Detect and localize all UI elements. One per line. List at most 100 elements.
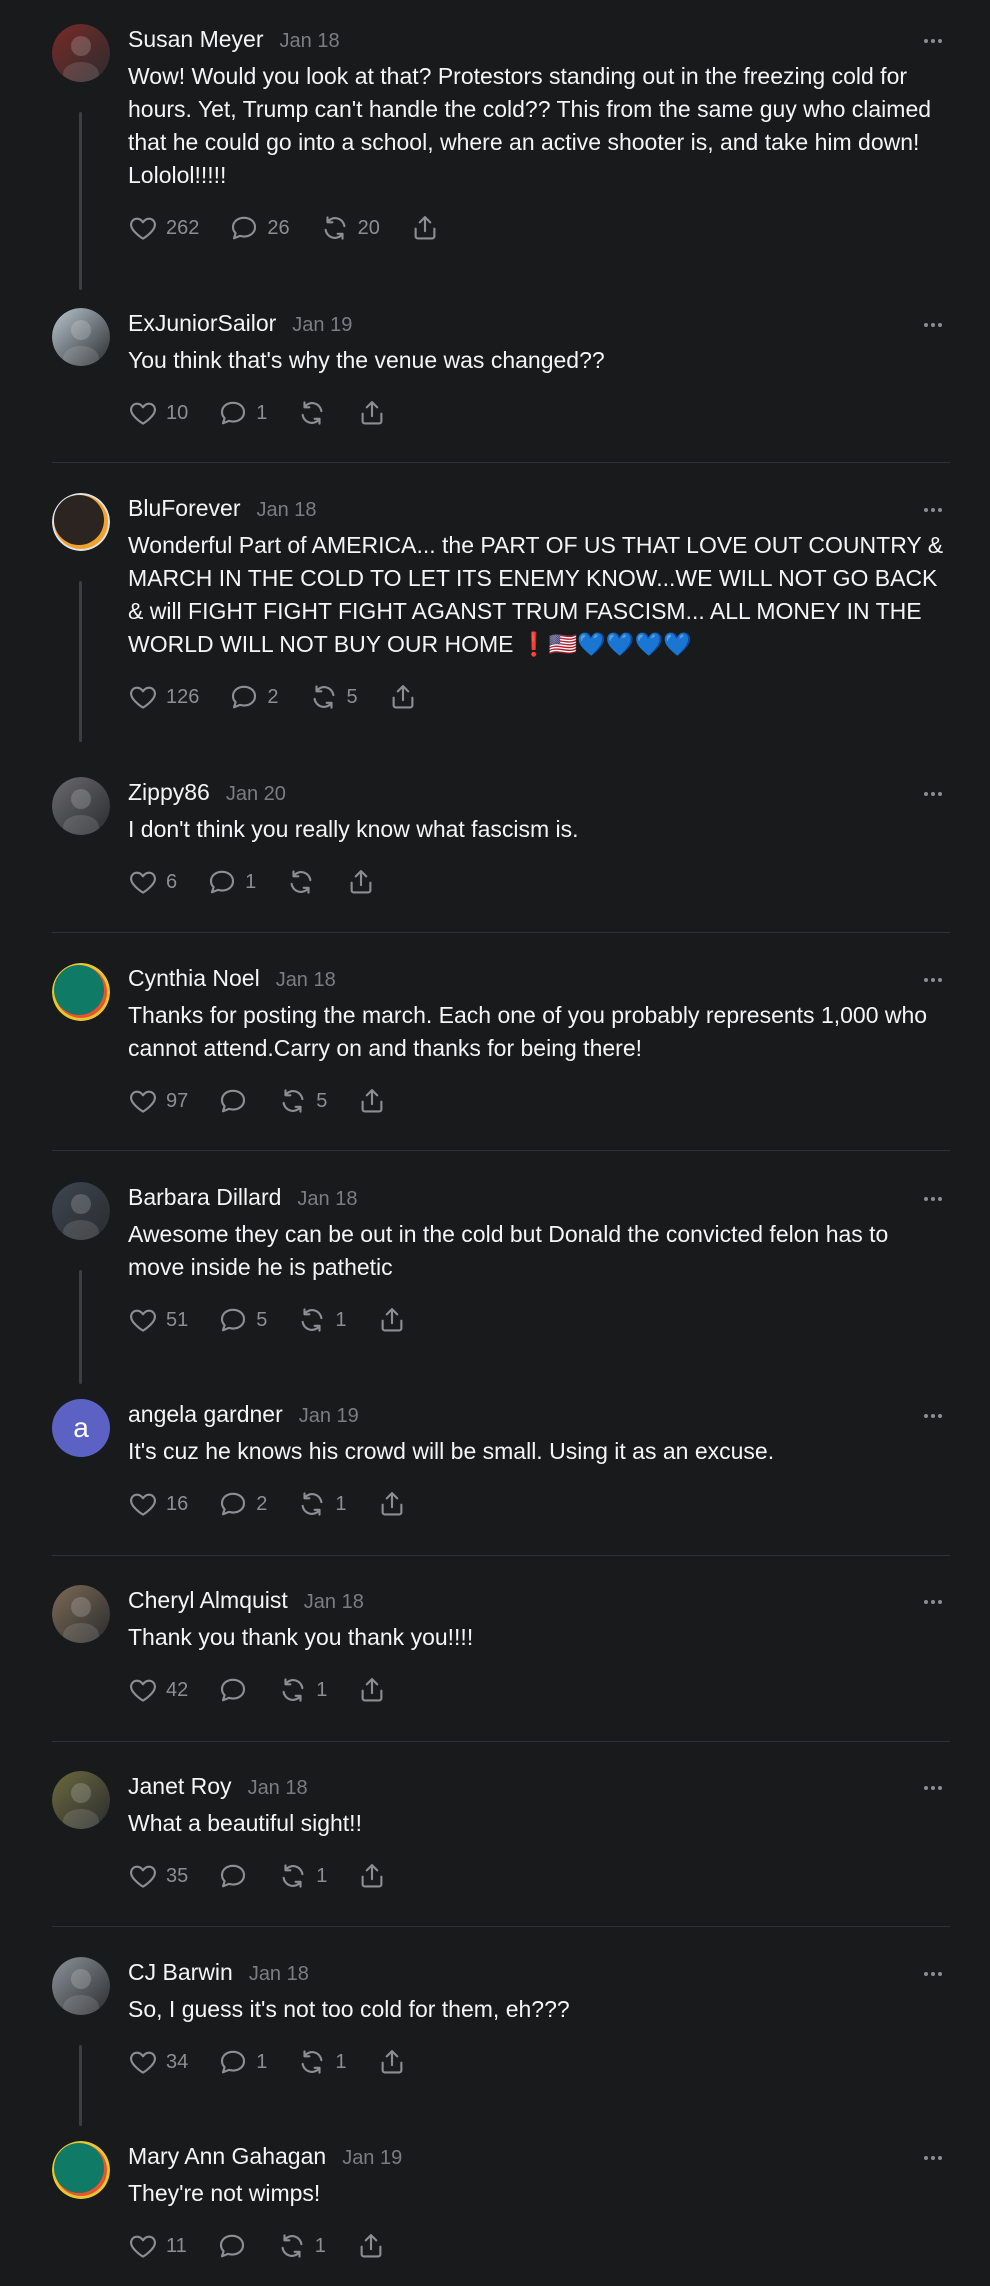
author-name[interactable]: Cynthia Noel — [128, 965, 260, 992]
post-date[interactable]: Jan 18 — [280, 30, 340, 53]
reply-button[interactable] — [218, 1675, 248, 1705]
author-name[interactable]: Mary Ann Gahagan — [128, 2143, 326, 2170]
post-date[interactable]: Jan 18 — [249, 1963, 309, 1986]
post-text: They're not wimps! — [128, 2177, 950, 2210]
like-count: 34 — [166, 2050, 189, 2073]
post-date[interactable]: Jan 19 — [299, 1405, 359, 1428]
author-name[interactable]: CJ Barwin — [128, 1959, 233, 1986]
repost-icon — [277, 2231, 307, 2261]
avatar[interactable] — [52, 1771, 110, 1829]
author-name[interactable]: Susan Meyer — [128, 26, 264, 53]
avatar[interactable] — [52, 1957, 110, 2015]
repost-button[interactable] — [297, 398, 327, 428]
repost-button[interactable] — [286, 867, 316, 897]
repost-button[interactable]: 1 — [278, 1861, 327, 1891]
repost-button[interactable]: 1 — [297, 1305, 347, 1335]
avatar[interactable] — [52, 1182, 110, 1240]
like-button[interactable]: 6 — [128, 867, 177, 897]
share-button[interactable] — [356, 2231, 386, 2261]
like-button[interactable]: 97 — [128, 1086, 188, 1116]
share-button[interactable] — [357, 1861, 387, 1891]
more-options-icon[interactable] — [924, 1777, 946, 1790]
comment-icon — [218, 398, 248, 428]
share-button[interactable] — [357, 1086, 387, 1116]
heart-icon — [128, 398, 158, 428]
avatar[interactable] — [52, 308, 110, 366]
reply-button[interactable]: 26 — [229, 213, 290, 243]
more-options-icon[interactable] — [924, 783, 946, 796]
avatar[interactable] — [52, 2141, 110, 2199]
avatar[interactable] — [52, 963, 110, 1021]
like-button[interactable]: 16 — [128, 1489, 188, 1519]
share-button[interactable] — [357, 398, 387, 428]
reply-button[interactable]: 2 — [218, 1489, 267, 1519]
more-options-icon[interactable] — [924, 1188, 946, 1201]
author-name[interactable]: angela gardner — [128, 1401, 283, 1428]
more-options-icon[interactable] — [924, 969, 946, 982]
reply-button[interactable]: 2 — [229, 682, 279, 712]
author-name[interactable]: BluForever — [128, 495, 240, 522]
share-icon — [357, 1861, 387, 1891]
reply-button[interactable]: 1 — [218, 398, 267, 428]
more-options-icon[interactable] — [924, 1963, 946, 1976]
like-button[interactable]: 42 — [128, 1675, 188, 1705]
share-button[interactable] — [377, 1489, 407, 1519]
reply-button[interactable] — [217, 2231, 247, 2261]
post-date[interactable]: Jan 20 — [226, 783, 286, 806]
comment-icon — [218, 1086, 248, 1116]
reply-button[interactable]: 1 — [218, 2047, 267, 2077]
repost-button[interactable]: 1 — [297, 2047, 347, 2077]
share-button[interactable] — [388, 682, 418, 712]
avatar[interactable]: a — [52, 1399, 110, 1457]
author-name[interactable]: Janet Roy — [128, 1773, 232, 1800]
author-name[interactable]: Zippy86 — [128, 779, 210, 806]
more-options-icon[interactable] — [924, 1405, 946, 1418]
share-button[interactable] — [410, 213, 440, 243]
author-name[interactable]: ExJuniorSailor — [128, 310, 276, 337]
post-date[interactable]: Jan 18 — [297, 1188, 357, 1211]
avatar[interactable] — [52, 493, 110, 551]
reply-count: 2 — [267, 685, 279, 708]
repost-button[interactable]: 5 — [278, 1086, 327, 1116]
like-button[interactable]: 10 — [128, 398, 188, 428]
divider — [52, 1741, 950, 1742]
reply-button[interactable]: 5 — [218, 1305, 267, 1335]
like-button[interactable]: 51 — [128, 1305, 188, 1335]
share-button[interactable] — [346, 867, 376, 897]
repost-icon — [297, 1305, 327, 1335]
repost-button[interactable]: 1 — [277, 2231, 326, 2261]
share-button[interactable] — [377, 1305, 407, 1335]
post-date[interactable]: Jan 18 — [304, 1591, 364, 1614]
more-options-icon[interactable] — [924, 30, 946, 43]
repost-count: 1 — [335, 2050, 347, 2073]
post-date[interactable]: Jan 19 — [342, 2147, 402, 2170]
avatar[interactable] — [52, 24, 110, 82]
more-options-icon[interactable] — [924, 1591, 946, 1604]
more-options-icon[interactable] — [924, 314, 946, 327]
repost-button[interactable]: 1 — [278, 1675, 327, 1705]
reply-button[interactable]: 1 — [207, 867, 256, 897]
share-button[interactable] — [357, 1675, 387, 1705]
repost-button[interactable]: 5 — [309, 682, 358, 712]
more-options-icon[interactable] — [924, 499, 946, 512]
author-name[interactable]: Cheryl Almquist — [128, 1587, 288, 1614]
repost-button[interactable]: 1 — [297, 1489, 347, 1519]
post-date[interactable]: Jan 18 — [276, 969, 336, 992]
post-date[interactable]: Jan 18 — [256, 499, 316, 522]
like-button[interactable]: 35 — [128, 1861, 188, 1891]
like-button[interactable]: 126 — [128, 682, 199, 712]
like-button[interactable]: 11 — [128, 2231, 187, 2261]
comment-icon — [218, 1861, 248, 1891]
like-button[interactable]: 262 — [128, 213, 199, 243]
post-date[interactable]: Jan 19 — [292, 314, 352, 337]
like-button[interactable]: 34 — [128, 2047, 188, 2077]
reply-button[interactable] — [218, 1086, 248, 1116]
avatar[interactable] — [52, 777, 110, 835]
reply-button[interactable] — [218, 1861, 248, 1891]
repost-button[interactable]: 20 — [320, 213, 380, 243]
more-options-icon[interactable] — [924, 2147, 946, 2160]
author-name[interactable]: Barbara Dillard — [128, 1184, 281, 1211]
avatar[interactable] — [52, 1585, 110, 1643]
share-button[interactable] — [377, 2047, 407, 2077]
post-date[interactable]: Jan 18 — [248, 1777, 308, 1800]
